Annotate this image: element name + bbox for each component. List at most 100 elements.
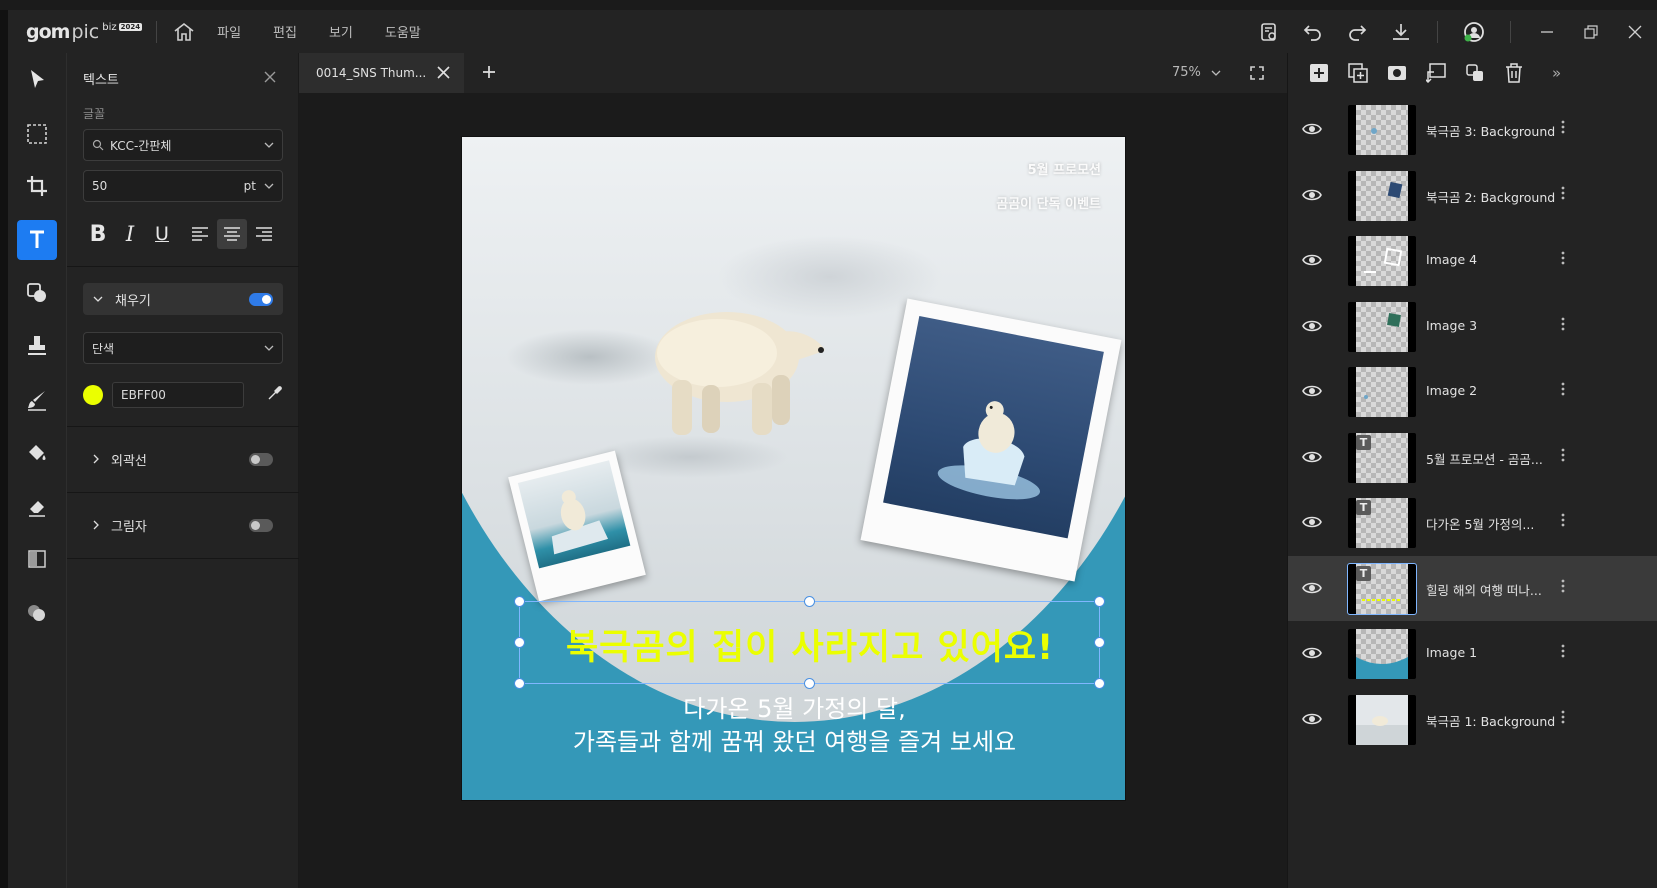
visibility-eye-icon[interactable] [1302, 514, 1322, 530]
visibility-eye-icon[interactable] [1302, 711, 1322, 727]
document-tab[interactable]: 0014_SNS Thum... [299, 53, 464, 93]
more-options-icon[interactable] [1561, 316, 1565, 332]
promo-line-1[interactable]: 5월 프로모션 [1028, 159, 1101, 178]
text-selection-box[interactable] [519, 601, 1100, 684]
resize-handle-top-right[interactable] [1094, 596, 1105, 607]
tool-gradient[interactable] [17, 539, 57, 579]
resize-handle-top-left[interactable] [514, 596, 525, 607]
close-window-button[interactable] [1613, 10, 1657, 53]
tool-text[interactable] [17, 220, 57, 260]
fill-color-hex-input[interactable]: EBFF00 [112, 382, 244, 408]
more-options-icon[interactable] [1561, 709, 1565, 725]
merge-layer-button[interactable] [1416, 53, 1455, 93]
shadow-toggle[interactable] [249, 518, 273, 532]
undo-button[interactable] [1291, 10, 1335, 53]
visibility-eye-icon[interactable] [1302, 580, 1322, 596]
fill-mode-select[interactable]: 단색 [83, 332, 283, 364]
save-history-button[interactable] [1247, 10, 1291, 53]
bold-button[interactable]: B [83, 219, 113, 249]
visibility-eye-icon[interactable] [1302, 252, 1322, 268]
align-center-button[interactable] [217, 219, 247, 249]
more-options-icon[interactable] [1561, 250, 1565, 266]
tool-stamp[interactable] [17, 326, 57, 366]
more-options-icon[interactable] [1561, 119, 1565, 135]
resize-handle-top[interactable] [804, 596, 815, 607]
resize-handle-bottom-right[interactable] [1094, 678, 1105, 689]
visibility-eye-icon[interactable] [1302, 121, 1322, 137]
panel-close-button[interactable] [263, 69, 281, 87]
menu-file[interactable]: 파일 [217, 22, 241, 41]
subtitle-line-2[interactable]: 가족들과 함께 꿈꿔 왔던 여행을 즐겨 보세요 [462, 722, 1125, 757]
tool-marquee[interactable] [17, 114, 57, 154]
font-size-field[interactable]: 50 pt [83, 170, 283, 202]
resize-handle-right[interactable] [1094, 637, 1105, 648]
align-right-button[interactable] [249, 219, 279, 249]
tool-shape[interactable] [17, 273, 57, 313]
stroke-section-header[interactable]: 외곽선 [83, 443, 283, 475]
tool-eraser[interactable] [17, 487, 57, 527]
artboard[interactable]: 5월 프로모션 곰곰이 단독 이벤트 북극곰의 집이 사라지고 있어요! 다가온… [461, 136, 1126, 801]
tool-brush[interactable] [17, 380, 57, 420]
close-tab-icon[interactable] [437, 66, 450, 79]
layer-row[interactable]: T 다가온 5월 가정의... [1288, 490, 1657, 555]
duplicate-layer-button[interactable] [1338, 53, 1377, 93]
more-options-icon[interactable] [1561, 185, 1565, 201]
resize-handle-bottom-left[interactable] [514, 678, 525, 689]
minimize-button[interactable] [1525, 10, 1569, 53]
mask-layer-button[interactable] [1377, 53, 1416, 93]
layer-row[interactable]: Image 4 [1288, 228, 1657, 293]
underline-button[interactable]: U [147, 219, 177, 249]
subtitle-line-1[interactable]: 다가온 5월 가정의 달, [462, 689, 1125, 724]
arrange-layer-button[interactable] [1455, 53, 1494, 93]
visibility-eye-icon[interactable] [1302, 383, 1322, 399]
polaroid-large[interactable] [860, 298, 1122, 582]
layer-row[interactable]: 북극곰 1: Background [1288, 687, 1657, 752]
menu-help[interactable]: 도움말 [385, 22, 421, 41]
fit-screen-icon[interactable] [1249, 65, 1265, 81]
italic-button[interactable]: I [115, 219, 145, 249]
account-button[interactable] [1452, 10, 1496, 53]
zoom-select[interactable]: 75% [1172, 65, 1221, 80]
layer-row[interactable]: T 힐링 해외 여행 떠나... [1288, 555, 1657, 621]
fill-color-swatch[interactable] [83, 385, 103, 405]
stroke-toggle[interactable] [249, 452, 273, 466]
fill-toggle[interactable] [249, 292, 273, 306]
fill-section-header[interactable]: 채우기 [83, 283, 283, 315]
more-options-icon[interactable] [1561, 381, 1565, 397]
delete-layer-button[interactable] [1494, 53, 1533, 93]
tool-crop[interactable] [17, 166, 57, 206]
layer-row[interactable]: Image 3 [1288, 294, 1657, 359]
resize-handle-bottom[interactable] [804, 678, 815, 689]
layer-row[interactable]: Image 2 [1288, 359, 1657, 424]
expand-panel-button[interactable]: » [1552, 64, 1561, 82]
layer-row[interactable]: 북극곰 2: Background [1288, 163, 1657, 228]
eyedropper-button[interactable] [267, 385, 283, 405]
resize-handle-left[interactable] [514, 637, 525, 648]
align-left-button[interactable] [185, 219, 215, 249]
more-options-icon[interactable] [1561, 578, 1565, 594]
shadow-section-header[interactable]: 그림자 [83, 509, 283, 541]
visibility-eye-icon[interactable] [1302, 449, 1322, 465]
layer-row[interactable]: Image 1 [1288, 621, 1657, 686]
layer-row[interactable]: 북극곰 3: Background [1288, 97, 1657, 162]
restore-button[interactable] [1569, 10, 1613, 53]
font-family-select[interactable]: KCC-간판체 [83, 129, 283, 161]
redo-button[interactable] [1335, 10, 1379, 53]
visibility-eye-icon[interactable] [1302, 645, 1322, 661]
promo-line-2[interactable]: 곰곰이 단독 이벤트 [996, 193, 1101, 212]
more-options-icon[interactable] [1561, 512, 1565, 528]
visibility-eye-icon[interactable] [1302, 187, 1322, 203]
menu-view[interactable]: 보기 [329, 22, 353, 41]
tool-blend[interactable] [17, 593, 57, 633]
export-button[interactable] [1379, 10, 1423, 53]
more-options-icon[interactable] [1561, 643, 1565, 659]
tool-select[interactable] [17, 59, 57, 99]
home-button[interactable] [171, 19, 197, 45]
more-options-icon[interactable] [1561, 447, 1565, 463]
add-tab-icon[interactable] [481, 64, 497, 80]
visibility-eye-icon[interactable] [1302, 318, 1322, 334]
layer-row[interactable]: T 5월 프로모션 - 곰곰... [1288, 425, 1657, 490]
tool-fill[interactable] [17, 433, 57, 473]
menu-edit[interactable]: 편집 [273, 22, 297, 41]
add-layer-button[interactable] [1299, 53, 1338, 93]
